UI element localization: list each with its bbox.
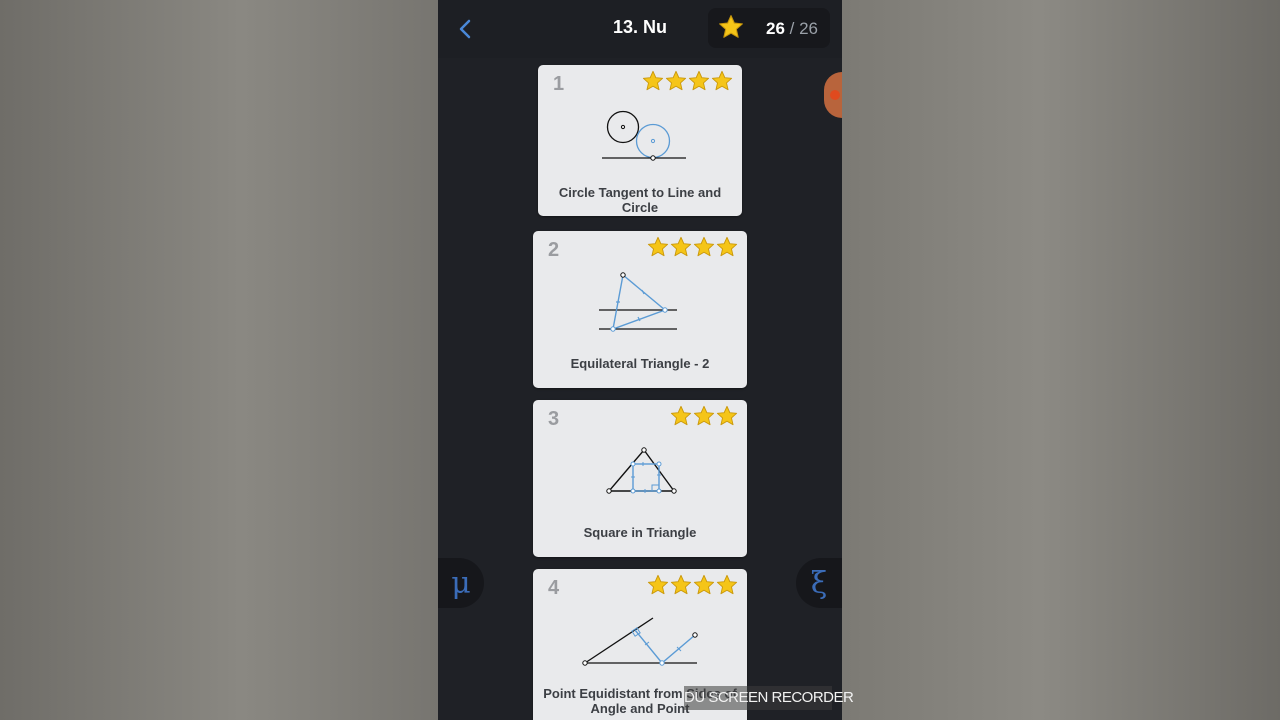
left-background [0,0,438,720]
top-bar: 13. Nu 26 / 26 [438,0,842,58]
level-title: Circle Tangent to Line and Circle [558,185,722,215]
star-icon [693,574,715,596]
star-rating [670,405,738,427]
tool-button-xi[interactable]: ξ [796,558,842,608]
star-icon [647,574,669,596]
star-icon [688,70,710,92]
right-background [842,0,1280,720]
star-icon [670,574,692,596]
star-icon [693,405,715,427]
level-diagram [602,110,686,161]
level-diagram [599,272,677,332]
level-card-2[interactable]: 2 Equilateral Triangle - 2 [533,231,747,388]
level-title: Square in Triangle [583,525,697,540]
score-total: / 26 [789,19,819,38]
score-display: 26 / 26 [708,8,830,48]
star-rating [647,574,738,596]
star-rating [647,236,738,258]
score-text: 26 / 26 [766,19,818,39]
app-screen: 13. Nu 26 / 26 1 Circle Tangent to Line … [438,0,842,720]
score-earned: 26 [766,19,785,38]
star-icon [670,236,692,258]
level-number: 4 [548,577,560,599]
level-number: 2 [548,239,560,261]
screen-recorder-watermark: DU SCREEN RECORDER [684,686,854,710]
level-title: Equilateral Triangle - 2 [570,356,710,371]
star-icon [716,574,738,596]
star-icon [642,70,664,92]
star-icon [718,14,744,40]
star-icon [716,236,738,258]
star-icon [716,405,738,427]
star-rating [642,70,733,92]
level-number: 1 [553,73,565,95]
record-dot-icon [830,90,840,100]
level-number: 3 [548,408,560,430]
star-icon [693,236,715,258]
star-icon [665,70,687,92]
star-icon [670,405,692,427]
star-icon [647,236,669,258]
level-card-3[interactable]: 3 Square in Triangle [533,400,747,557]
level-diagram [606,447,677,494]
level-card-1[interactable]: 1 Circle Tangent to Line and Circle [538,65,742,216]
star-icon [711,70,733,92]
level-diagram [582,617,698,666]
tool-button-mu[interactable]: μ [438,558,484,608]
